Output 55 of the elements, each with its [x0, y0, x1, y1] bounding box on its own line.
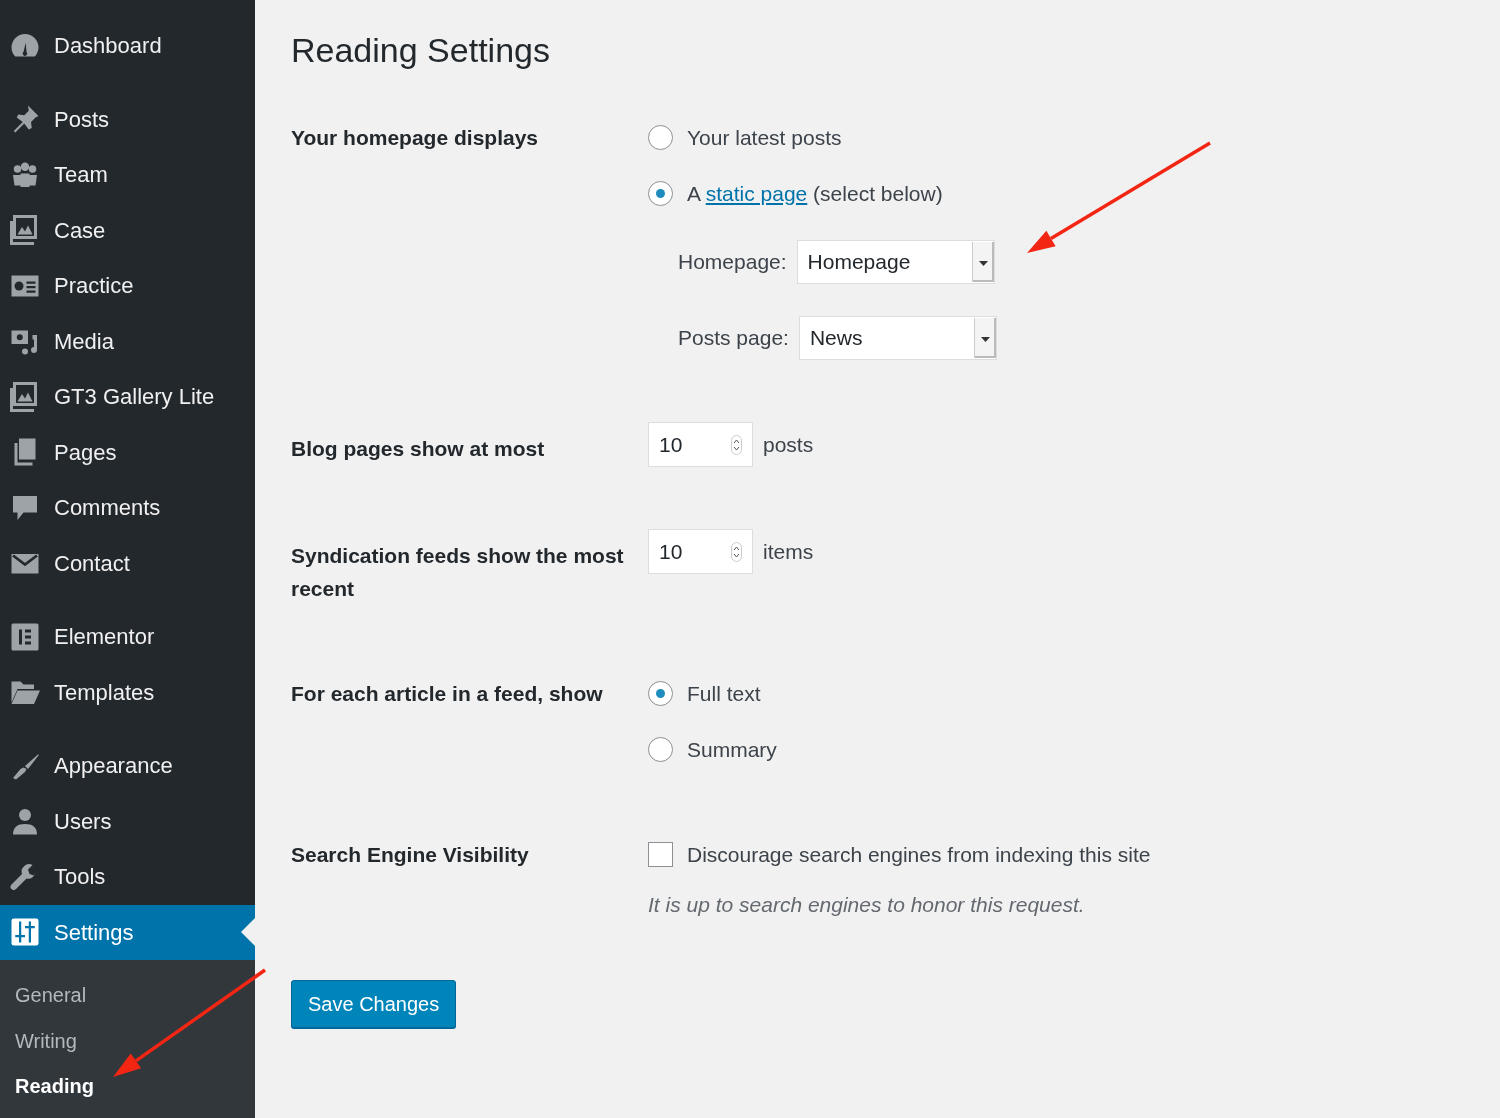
radio-button[interactable]	[648, 736, 673, 762]
page-title: Reading Settings	[291, 30, 551, 71]
images-icon	[10, 381, 40, 412]
sidebar-item[interactable]: Case	[0, 202, 255, 258]
sidebar-item[interactable]: Users	[0, 793, 255, 849]
static-page-link[interactable]: static page	[705, 181, 808, 205]
letter-e-icon	[10, 621, 40, 652]
radio-button[interactable]	[648, 124, 673, 150]
radio-button[interactable]	[648, 180, 673, 206]
spinner-icon	[731, 434, 742, 455]
sidebar-item[interactable]: Contact	[0, 535, 255, 591]
checkbox-label: Discourage search engines from indexing this site	[687, 841, 1151, 868]
spinner-icon	[731, 541, 742, 562]
number-field[interactable]: 10	[648, 528, 753, 574]
radio-button[interactable]	[648, 680, 673, 706]
submenu-item[interactable]: Writing	[0, 1018, 255, 1064]
sidebar-item[interactable]: Team	[0, 147, 255, 203]
sidebar-item[interactable]: Pages	[0, 424, 255, 480]
unit-label: items	[763, 538, 814, 565]
checkbox[interactable]	[648, 841, 673, 867]
setting-label: Your homepage displays	[291, 124, 539, 151]
caret-icon	[980, 336, 990, 342]
sidebar-item[interactable]: Templates	[0, 664, 255, 720]
sidebar-item[interactable]: Settings	[0, 904, 255, 960]
sidebar-item[interactable]: Comments	[0, 480, 255, 536]
dropdown-select[interactable]: News	[798, 315, 997, 360]
submenu-item[interactable]: General	[0, 973, 255, 1019]
unit-label: posts	[763, 431, 814, 458]
sidebar-item[interactable]: Practice	[0, 258, 255, 314]
save-button[interactable]: Save Changes	[291, 980, 457, 1029]
sidebar-item[interactable]: Elementor	[0, 609, 255, 665]
option-label: Summary	[687, 736, 777, 763]
sidebar-item[interactable]: GT3 Gallery Lite	[0, 369, 255, 425]
sliders-icon	[10, 917, 40, 948]
setting-label: For each article in a feed, show	[291, 680, 604, 707]
setting-label: Search Engine Visibility	[291, 841, 530, 868]
sidebar-item[interactable]: Dashboard	[0, 18, 255, 74]
sidebar-item[interactable]: Tools	[0, 849, 255, 905]
select-label: Posts page:	[678, 325, 789, 352]
option-label: Full text	[687, 680, 761, 707]
caret-icon	[978, 260, 988, 266]
sidebar-item[interactable]: Appearance	[0, 738, 255, 794]
images-icon	[10, 215, 40, 246]
select-label: Homepage:	[678, 249, 787, 276]
submenu-item[interactable]: Reading	[0, 1064, 255, 1110]
setting-label: Syndication feeds show the most recent	[291, 542, 625, 602]
help-text: It is up to search engines to honor this request.	[648, 891, 1086, 918]
person-icon	[10, 806, 40, 837]
option-label: A static page (select below)	[687, 180, 943, 207]
setting-label: Blog pages show at most	[291, 435, 546, 462]
number-field[interactable]: 10	[648, 421, 753, 467]
sidebar-item[interactable]: Media	[0, 313, 255, 369]
sidebar-item[interactable]: Posts	[0, 91, 255, 147]
dropdown-select[interactable]: Homepage	[796, 239, 995, 284]
option-label: Your latest posts	[687, 124, 842, 151]
